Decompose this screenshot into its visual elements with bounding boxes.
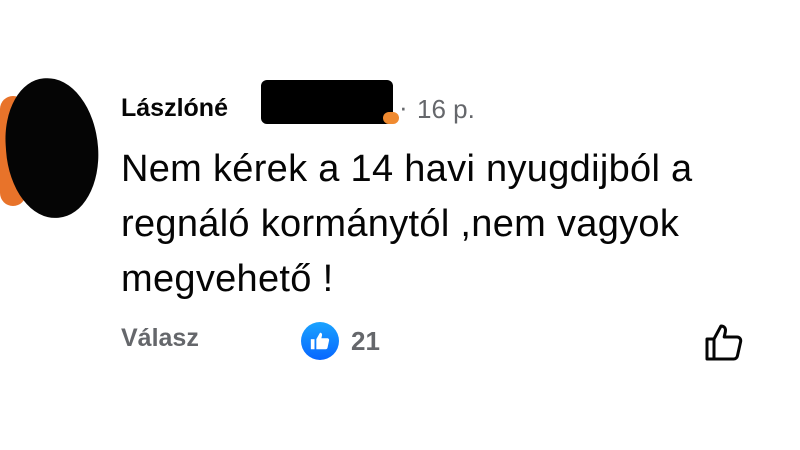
reply-button[interactable]: Válasz xyxy=(121,324,199,353)
avatar[interactable] xyxy=(0,74,112,222)
like-count: 21 xyxy=(351,326,380,356)
thumbs-up-outline-icon xyxy=(705,324,743,361)
thumbs-up-icon xyxy=(301,322,339,360)
separator-dot: · xyxy=(399,92,408,122)
comment-text-line: regnáló kormánytól ,nem vagyok xyxy=(121,203,680,245)
comment-header: Lászlóné · 16 p. xyxy=(121,80,781,128)
redaction-mark xyxy=(383,112,399,124)
like-button[interactable] xyxy=(700,318,748,366)
comment-text: Nem kérek a 14 havi nyugdijból a regnáló… xyxy=(121,142,781,307)
comment-body: Lászlóné · 16 p. Nem kérek a 14 havi nyu… xyxy=(121,80,781,307)
comment-timestamp[interactable]: 16 p. xyxy=(417,94,475,125)
author-name[interactable]: Lászlóné xyxy=(121,94,228,123)
comment-text-line: megvehető ! xyxy=(121,258,334,300)
comment-text-line: Nem kérek a 14 havi nyugdijból a xyxy=(121,148,693,190)
name-redaction xyxy=(261,80,393,124)
